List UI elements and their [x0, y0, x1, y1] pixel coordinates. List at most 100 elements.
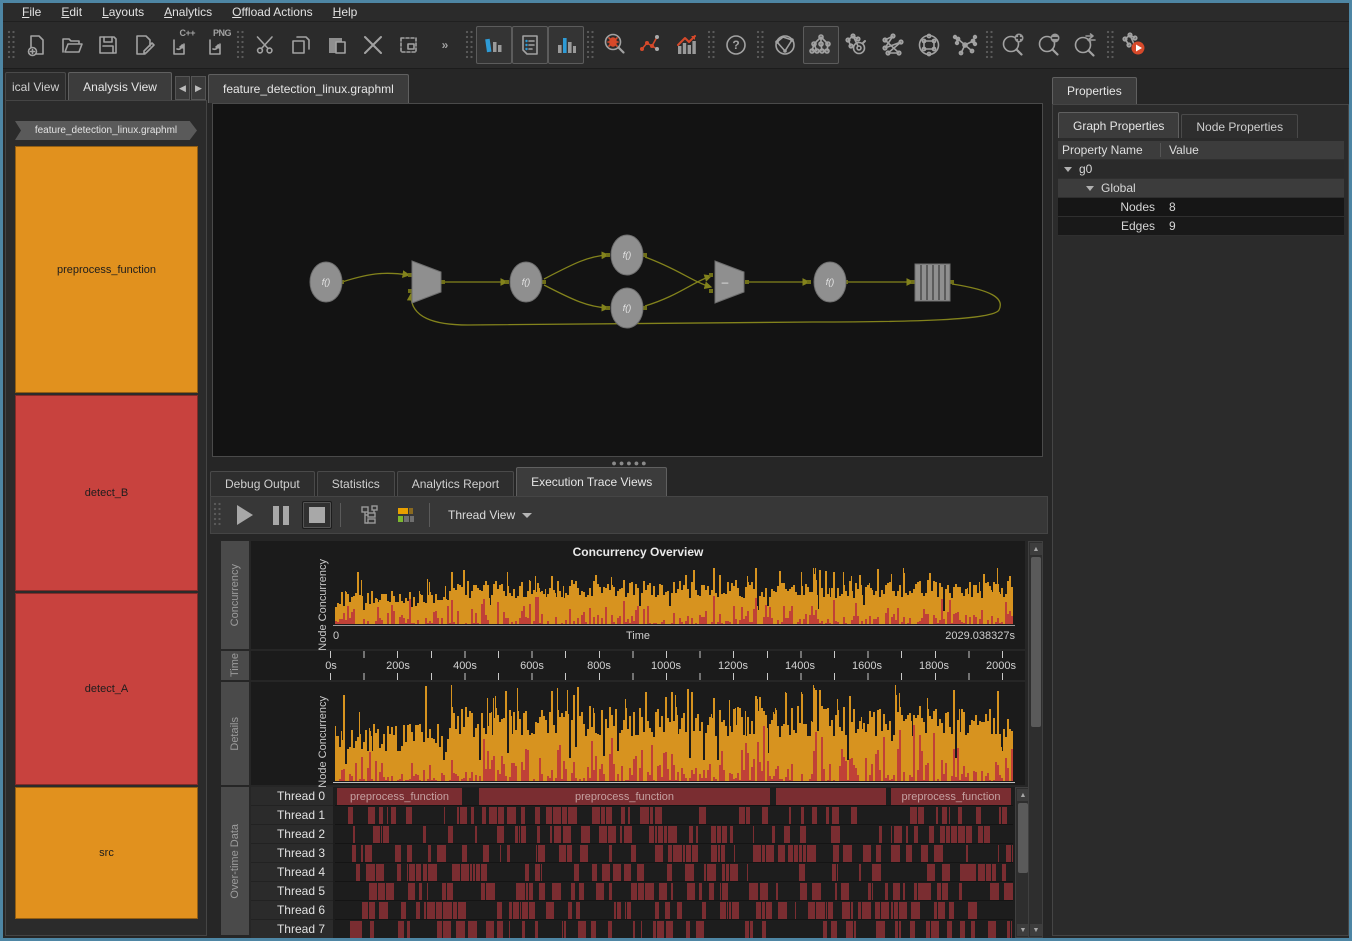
layout-clustered-button[interactable]	[911, 26, 947, 64]
copy-button[interactable]	[283, 26, 319, 64]
report-button[interactable]	[512, 26, 548, 64]
tab-execution-trace-views[interactable]: Execution Trace Views	[516, 467, 667, 496]
thread-row-label[interactable]: Thread 6	[251, 901, 333, 920]
expander-icon[interactable]	[1064, 167, 1072, 172]
section-band-details[interactable]: Details	[221, 682, 249, 785]
menu-edit[interactable]: Edit	[52, 4, 91, 20]
expander-icon[interactable]	[1086, 186, 1094, 191]
run-graph-button[interactable]	[1117, 26, 1153, 64]
section-band-time[interactable]: Time	[221, 651, 249, 680]
tab-analysis-view[interactable]: Analysis View	[68, 72, 172, 100]
treemap-block-detect_B[interactable]: detect_B	[15, 395, 198, 591]
toolbar-grip[interactable]	[213, 502, 222, 528]
section-band-concurrency[interactable]: Concurrency	[221, 541, 249, 649]
toolbar-grip[interactable]	[707, 30, 716, 60]
tab-node-properties[interactable]: Node Properties	[1181, 114, 1298, 138]
trace-scrollbar[interactable]: ▲ ▼	[1028, 541, 1043, 938]
thread-row-label[interactable]: Thread 2	[251, 825, 333, 844]
open-file-button[interactable]	[54, 26, 90, 64]
thread-view-dropdown[interactable]: Thread View	[448, 508, 532, 522]
scroll-down-icon[interactable]: ▼	[1030, 924, 1042, 936]
thread-row-label[interactable]: Thread 7	[251, 920, 333, 938]
details-concurrency-chart[interactable]: Node Concurrency	[251, 682, 1025, 785]
property-row-g0[interactable]: g0	[1058, 160, 1344, 179]
delete-button[interactable]	[355, 26, 391, 64]
layout-hierarchical-button[interactable]	[803, 26, 839, 64]
tab-feature-detection-graphml[interactable]: feature_detection_linux.graphml	[208, 74, 409, 103]
legend-colors-button[interactable]	[391, 501, 421, 529]
cut-button[interactable]	[247, 26, 283, 64]
help-button[interactable]: ?	[718, 26, 754, 64]
menu-help[interactable]: Help	[324, 4, 367, 20]
graph-node-join[interactable]	[715, 261, 744, 303]
section-band-overtime[interactable]: Over-time Data	[221, 787, 249, 935]
property-row-global[interactable]: Global	[1058, 179, 1344, 198]
tab-properties[interactable]: Properties	[1052, 77, 1137, 104]
select-rect-button[interactable]	[391, 26, 427, 64]
tab-graph-properties[interactable]: Graph Properties	[1058, 112, 1179, 138]
thread-row-label[interactable]: Thread 5	[251, 882, 333, 901]
table-header[interactable]: Property Name Value	[1058, 141, 1344, 160]
thread-row-label[interactable]: Thread 4	[251, 863, 333, 882]
zoom-out-button[interactable]	[1032, 26, 1068, 64]
thread-timeline[interactable]: Thread 0 Thread 1 Thread 2 Thread 3 Thre…	[251, 787, 1025, 938]
new-file-button[interactable]	[18, 26, 54, 64]
toolbar-grip[interactable]	[236, 30, 245, 60]
thread-row-label[interactable]: Thread 3	[251, 844, 333, 863]
paste-button[interactable]	[319, 26, 355, 64]
zoom-fit-button[interactable]	[1068, 26, 1104, 64]
pause-button[interactable]	[266, 501, 296, 529]
time-ruler[interactable]: 0s 200s 400s 600s 800s 1000s 1200s 1400s…	[251, 651, 1025, 680]
debug-button[interactable]	[597, 26, 633, 64]
thread0-gantt-row[interactable]: preprocess_functionpreprocess_functionpr…	[335, 787, 1013, 806]
trace-views-button[interactable]	[476, 26, 512, 64]
scrollbar-thumb[interactable]	[1031, 557, 1041, 727]
menu-offload-actions[interactable]: Offload Actions	[223, 4, 322, 20]
breadcrumb[interactable]: feature_detection_linux.graphml	[15, 121, 197, 140]
tab-statistics[interactable]: Statistics	[317, 471, 395, 496]
layout-incremental-button[interactable]	[839, 26, 875, 64]
play-button[interactable]	[230, 501, 260, 529]
layout-sphere-button[interactable]	[767, 26, 803, 64]
menu-analytics[interactable]: Analytics	[155, 4, 221, 20]
edit-file-button[interactable]	[126, 26, 162, 64]
task-tree-button[interactable]	[355, 501, 385, 529]
scrollbar-thumb[interactable]	[1018, 803, 1028, 873]
thread-scrollbar[interactable]: ▲ ▼	[1015, 787, 1029, 938]
layout-circular-button[interactable]	[875, 26, 911, 64]
treemap-block-detect_A[interactable]: detect_A	[15, 593, 198, 785]
toolbar-grip[interactable]	[985, 30, 994, 60]
treemap-block-preprocess_function[interactable]: preprocess_function	[15, 146, 198, 393]
toolbar-grip[interactable]	[756, 30, 765, 60]
layout-radial-button[interactable]	[947, 26, 983, 64]
toolbar-grip[interactable]	[465, 30, 474, 60]
thread0-task-block[interactable]: preprocess_function	[337, 788, 464, 805]
toolbar-grip[interactable]	[1106, 30, 1115, 60]
tab-scroll-right-button[interactable]: ▶	[191, 76, 206, 100]
tab-debug-output[interactable]: Debug Output	[210, 471, 315, 496]
toolbar-grip[interactable]	[7, 30, 16, 60]
chart-button[interactable]	[548, 26, 584, 64]
menu-file[interactable]: File	[13, 4, 50, 20]
property-row-nodes[interactable]: Nodes 8	[1058, 198, 1344, 217]
graph-canvas[interactable]: f() f() f() f() f() –	[212, 103, 1043, 457]
toolbar-overflow-button[interactable]: »	[427, 26, 463, 64]
thread-row-label[interactable]: Thread 0	[251, 787, 333, 806]
stop-button[interactable]	[302, 501, 332, 529]
concurrency-overview-chart[interactable]: Concurrency Overview Node Concurrency 0 …	[251, 541, 1025, 649]
save-file-button[interactable]	[90, 26, 126, 64]
tab-hierarchical-view[interactable]: ical View	[5, 72, 66, 100]
menu-layouts[interactable]: Layouts	[93, 4, 153, 20]
treemap-block-src[interactable]: src	[15, 787, 198, 919]
thread-row-label[interactable]: Thread 1	[251, 806, 333, 825]
thread0-task-block[interactable]: preprocess_function	[479, 788, 772, 805]
property-row-edges[interactable]: Edges 9	[1058, 217, 1344, 236]
export-cpp-button[interactable]: C++	[162, 26, 198, 64]
critical-path-button[interactable]	[633, 26, 669, 64]
tab-scroll-left-button[interactable]: ◀	[175, 76, 190, 100]
toolbar-grip[interactable]	[586, 30, 595, 60]
horizontal-splitter[interactable]: ●●●●●	[607, 459, 653, 467]
tab-analytics-report[interactable]: Analytics Report	[397, 471, 514, 496]
graph-node-limiter[interactable]	[412, 261, 441, 303]
thread0-task-block[interactable]	[776, 788, 888, 805]
